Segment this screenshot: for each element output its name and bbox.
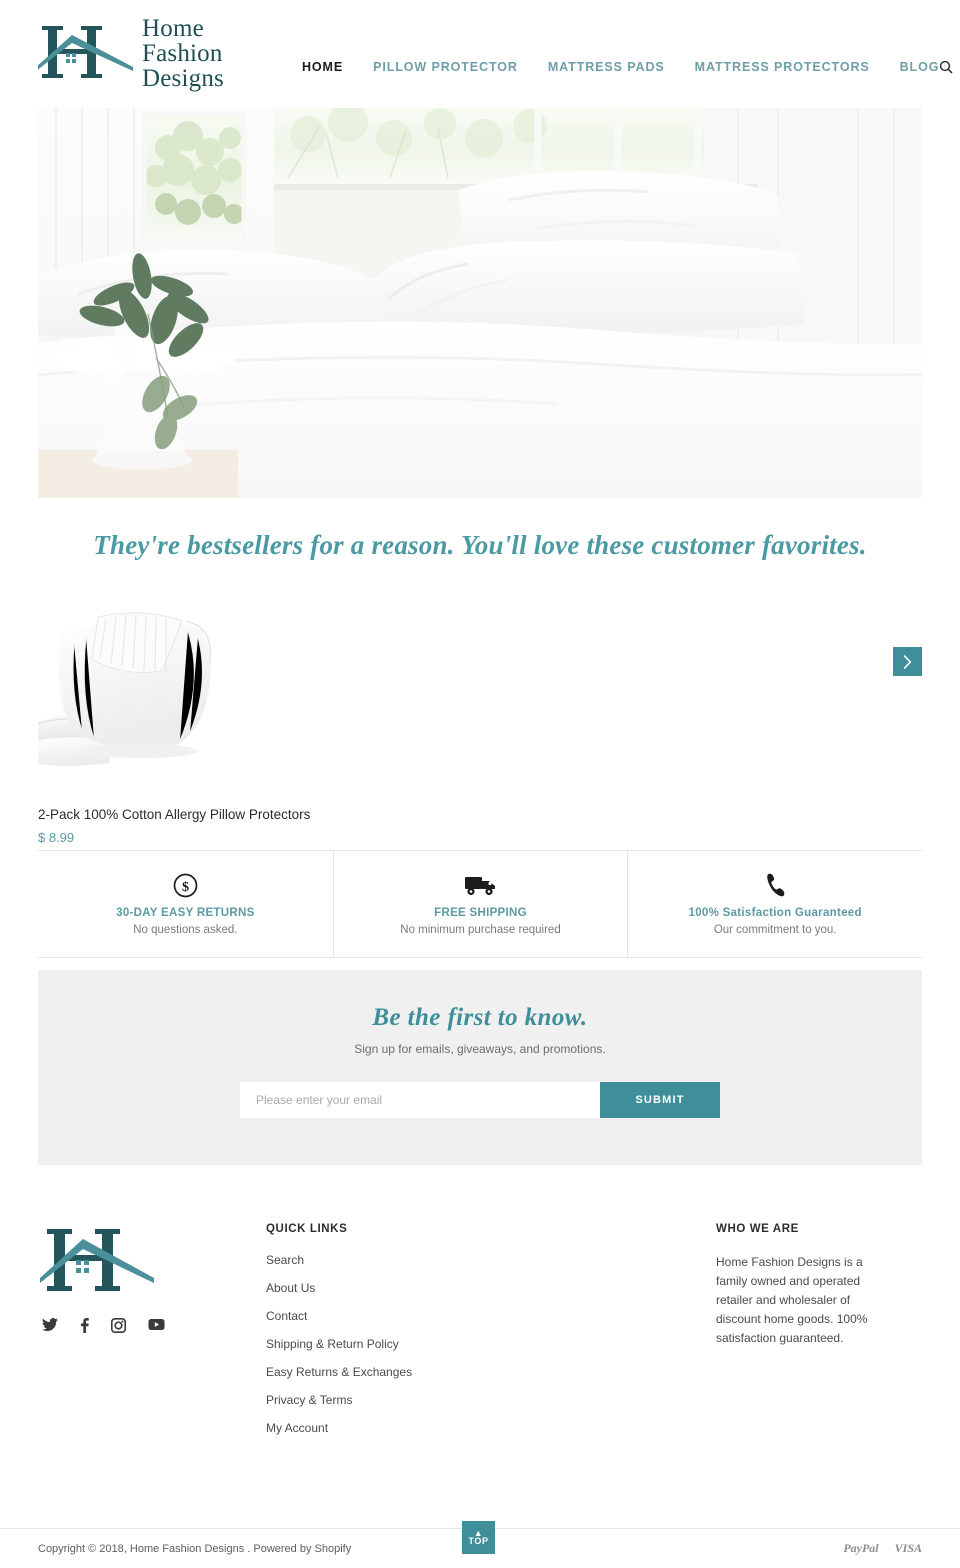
features-bar: $ 30-DAY EASY RETURNS No questions asked… — [38, 850, 922, 958]
feature-title: 100% Satisfaction Guaranteed — [688, 907, 862, 919]
product-card[interactable]: 2-Pack 100% Cotton Allergy Pillow Protec… — [38, 605, 310, 845]
newsletter-submit-button[interactable]: SUBMIT — [600, 1082, 720, 1118]
feature-title: 30-DAY EASY RETURNS — [116, 907, 255, 919]
newsletter-subtitle: Sign up for emails, giveaways, and promo… — [354, 1042, 606, 1056]
phone-icon — [764, 872, 786, 898]
who-we-are-heading: WHO WE ARE — [716, 1223, 799, 1235]
footer-link-my-account[interactable]: My Account — [266, 1421, 716, 1435]
footer-logo-house-h-icon[interactable] — [38, 1229, 156, 1305]
bottom-bar: Copyright © 2018, Home Fashion Designs .… — [0, 1521, 960, 1568]
footer-link-search[interactable]: Search — [266, 1253, 716, 1267]
footer-brand-column — [38, 1223, 266, 1449]
site-footer: QUICK LINKS Search About Us Contact Ship… — [38, 1165, 922, 1449]
back-to-top-button[interactable]: ▲ TOP — [462, 1521, 495, 1554]
footer-link-shipping-return-policy[interactable]: Shipping & Return Policy — [266, 1337, 716, 1351]
dollar-circle-icon: $ — [173, 872, 198, 898]
product-image[interactable] — [38, 605, 223, 783]
newsletter-email-input[interactable] — [240, 1082, 600, 1118]
facebook-icon[interactable] — [80, 1318, 89, 1338]
product-title[interactable]: 2-Pack 100% Cotton Allergy Pillow Protec… — [38, 807, 310, 822]
logo-wordmark: Home Fashion Designs — [142, 16, 224, 91]
carousel-next-button[interactable] — [893, 647, 922, 676]
featured-headline: They're bestsellers for a reason. You'll… — [93, 530, 867, 560]
product-price: $ 8.99 — [38, 830, 75, 845]
footer-link-easy-returns-exchanges[interactable]: Easy Returns & Exchanges — [266, 1365, 716, 1379]
who-we-are-text: Home Fashion Designs is a family owned a… — [716, 1255, 868, 1345]
instagram-icon[interactable] — [111, 1318, 126, 1338]
nav-item-pillow-protector[interactable]: PILLOW PROTECTOR — [373, 60, 518, 74]
newsletter-section: Be the first to know. Sign up for emails… — [38, 970, 922, 1165]
footer-link-contact[interactable]: Contact — [266, 1309, 716, 1323]
social-links — [38, 1318, 266, 1338]
feature-shipping: FREE SHIPPING No minimum purchase requir… — [332, 851, 628, 957]
feature-subtitle: No minimum purchase required — [400, 924, 561, 936]
logo-line-1: Home — [142, 15, 204, 42]
copyright-text: Copyright © 2018, Home Fashion Designs .… — [38, 1542, 352, 1555]
nav-item-home[interactable]: HOME — [302, 60, 343, 74]
site-logo[interactable]: Home Fashion Designs — [38, 16, 278, 91]
page-root: Home Fashion Designs HOME PILLOW PROTECT… — [0, 0, 960, 1568]
footer-quick-links: QUICK LINKS Search About Us Contact Ship… — [266, 1223, 716, 1449]
logo-house-h-icon — [38, 18, 136, 90]
nav-item-mattress-pads[interactable]: MATTRESS PADS — [548, 60, 665, 74]
feature-returns: $ 30-DAY EASY RETURNS No questions asked… — [38, 851, 333, 957]
newsletter-title: Be the first to know. — [372, 1004, 588, 1031]
logo-line-2: Fashion — [142, 40, 223, 67]
feature-subtitle: Our commitment to you. — [713, 924, 837, 936]
payment-icons: PayPal VISA — [843, 1541, 922, 1556]
feature-subtitle: No questions asked. — [133, 924, 238, 936]
nav-item-mattress-protectors[interactable]: MATTRESS PROTECTORS — [695, 60, 870, 74]
nav-item-blog[interactable]: BLOG — [900, 60, 940, 74]
footer-link-privacy-terms[interactable]: Privacy & Terms — [266, 1393, 716, 1407]
paypal-icon: PayPal — [843, 1541, 879, 1555]
newsletter-form: SUBMIT — [240, 1082, 720, 1118]
featured-products-carousel: 2-Pack 100% Cotton Allergy Pillow Protec… — [38, 605, 922, 850]
main-navigation: HOME PILLOW PROTECTOR MATTRESS PADS MATT… — [278, 60, 939, 74]
visa-icon: VISA — [894, 1541, 922, 1555]
hero-image — [38, 108, 922, 498]
truck-icon — [464, 872, 497, 898]
feature-satisfaction: 100% Satisfaction Guaranteed Our commitm… — [627, 851, 922, 957]
footer-link-about-us[interactable]: About Us — [266, 1281, 716, 1295]
logo-line-3: Designs — [142, 65, 224, 92]
youtube-icon[interactable] — [148, 1318, 165, 1338]
header-icon-group: 0 — [939, 59, 960, 79]
search-icon[interactable] — [939, 60, 953, 79]
twitter-icon[interactable] — [42, 1318, 58, 1338]
quick-links-heading: QUICK LINKS — [266, 1223, 348, 1235]
chevron-right-icon — [903, 654, 912, 669]
feature-title: FREE SHIPPING — [434, 907, 527, 919]
back-to-top-label: TOP — [468, 1535, 489, 1546]
hero-banner[interactable] — [38, 108, 922, 498]
site-header: Home Fashion Designs HOME PILLOW PROTECT… — [0, 0, 960, 108]
svg-text:$: $ — [182, 880, 189, 895]
footer-who-we-are: WHO WE ARE Home Fashion Designs is a fam… — [716, 1223, 922, 1449]
